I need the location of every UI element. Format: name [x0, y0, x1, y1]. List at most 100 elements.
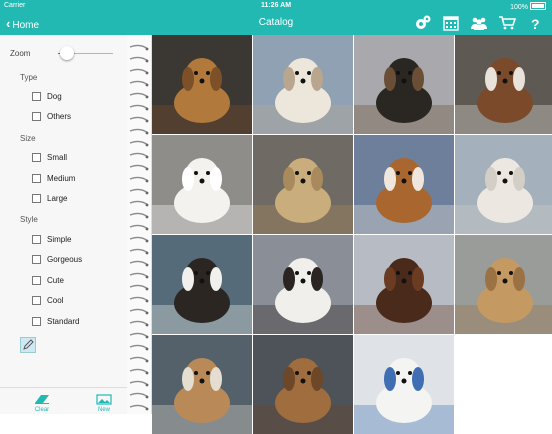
catalog-photo[interactable] [253, 135, 353, 234]
spiral-ring [129, 92, 149, 98]
zoom-slider-thumb[interactable] [60, 46, 75, 60]
spiral-ring [129, 140, 149, 146]
settings-gears-icon[interactable] [414, 15, 432, 31]
spiral-ring [129, 308, 149, 314]
customers-icon[interactable] [470, 15, 488, 31]
catalog-photo[interactable] [455, 235, 552, 334]
spiral-hole [145, 95, 149, 99]
spiral-ring [129, 380, 149, 386]
spiral-hole [145, 131, 149, 135]
filter-option-standard[interactable]: Standard [32, 317, 79, 326]
checkbox[interactable] [32, 255, 41, 264]
filter-option-gorgeous[interactable]: Gorgeous [32, 255, 82, 264]
spiral-ring [129, 44, 149, 50]
spiral-hole [145, 287, 149, 291]
option-label: Cool [47, 296, 64, 305]
dog-photo [152, 35, 252, 134]
checkbox[interactable] [32, 112, 41, 121]
spiral-hole [145, 251, 149, 255]
checkbox[interactable] [32, 153, 41, 162]
filter-option-others[interactable]: Others [32, 112, 71, 121]
checkbox[interactable] [32, 317, 41, 326]
battery-percent: 100% [510, 4, 528, 11]
catalog-photo[interactable] [354, 135, 454, 234]
option-label: Small [47, 153, 68, 162]
clear-button[interactable]: Clear [27, 394, 57, 413]
spiral-ring [129, 212, 149, 218]
spiral-hole [145, 395, 149, 399]
filter-option-dog[interactable]: Dog [32, 92, 62, 101]
spiral-hole [145, 311, 149, 315]
spiral-hole [145, 155, 149, 159]
checkbox[interactable] [32, 235, 41, 244]
calendar-icon[interactable] [442, 15, 460, 31]
spiral-hole [145, 59, 149, 63]
spiral-ring [129, 404, 149, 410]
spiral-hole [145, 107, 149, 111]
style-group-title: Style [20, 215, 38, 224]
option-label: Cute [47, 276, 64, 285]
catalog-photo[interactable] [354, 35, 454, 134]
spiral-ring [129, 332, 149, 338]
spiral-hole [145, 83, 149, 87]
filter-option-cute[interactable]: Cute [32, 276, 64, 285]
option-label: Simple [47, 235, 72, 244]
help-icon[interactable]: ? [526, 15, 544, 32]
filter-option-simple[interactable]: Simple [32, 235, 71, 244]
spiral-hole [145, 407, 149, 411]
dog-photo [253, 335, 353, 434]
pen-icon [23, 339, 34, 350]
type-group-title: Type [20, 73, 38, 82]
catalog-photo[interactable] [455, 35, 552, 134]
spiral-ring [129, 248, 149, 254]
catalog-photo[interactable] [152, 135, 252, 234]
edit-pen-button[interactable] [20, 337, 36, 353]
filter-option-large[interactable]: Large [32, 194, 67, 203]
spiral-binding [129, 44, 149, 411]
catalog-photo[interactable] [455, 135, 552, 234]
spiral-hole [145, 347, 149, 351]
zoom-slider[interactable] [58, 46, 113, 60]
cart-icon[interactable] [498, 15, 517, 31]
spiral-ring [129, 80, 149, 86]
catalog-photo[interactable] [152, 335, 252, 434]
eraser-icon [35, 395, 49, 404]
size-group-title: Size [20, 134, 36, 143]
navigation-bar: ‹ Home Catalog ? [0, 12, 552, 35]
spiral-hole [145, 71, 149, 75]
spiral-hole [145, 119, 149, 123]
spiral-ring [129, 56, 149, 62]
checkbox[interactable] [32, 296, 41, 305]
checkbox[interactable] [32, 194, 41, 203]
new-button[interactable]: New [89, 394, 119, 413]
spiral-ring [129, 116, 149, 122]
filter-option-cool[interactable]: Cool [32, 296, 63, 305]
spiral-hole [145, 299, 149, 303]
checkbox[interactable] [32, 276, 41, 285]
catalog-photo[interactable] [152, 35, 252, 134]
battery-icon [530, 2, 546, 10]
spiral-ring [129, 284, 149, 290]
clear-label: Clear [34, 407, 50, 413]
catalog-photo[interactable] [253, 335, 353, 434]
catalog-photo[interactable] [152, 235, 252, 334]
new-photo-icon [96, 394, 112, 405]
filter-option-medium[interactable]: Medium [32, 174, 75, 183]
new-label: New [97, 407, 110, 413]
spiral-ring [129, 68, 149, 74]
catalog-photo[interactable] [253, 235, 353, 334]
dog-photo [152, 135, 252, 234]
filter-option-small[interactable]: Small [32, 153, 67, 162]
checkbox[interactable] [32, 174, 41, 183]
dog-photo [354, 35, 454, 134]
spiral-ring [129, 224, 149, 230]
spiral-ring [129, 320, 149, 326]
checkbox[interactable] [32, 92, 41, 101]
catalog-photo[interactable] [253, 35, 353, 134]
catalog-photo[interactable] [354, 235, 454, 334]
spiral-hole [145, 179, 149, 183]
filter-sidebar: Zoom Type Dog Others Size Small Medium L… [0, 35, 128, 414]
catalog-photo[interactable] [354, 335, 454, 434]
spiral-ring [129, 356, 149, 362]
svg-text:?: ? [531, 16, 540, 31]
